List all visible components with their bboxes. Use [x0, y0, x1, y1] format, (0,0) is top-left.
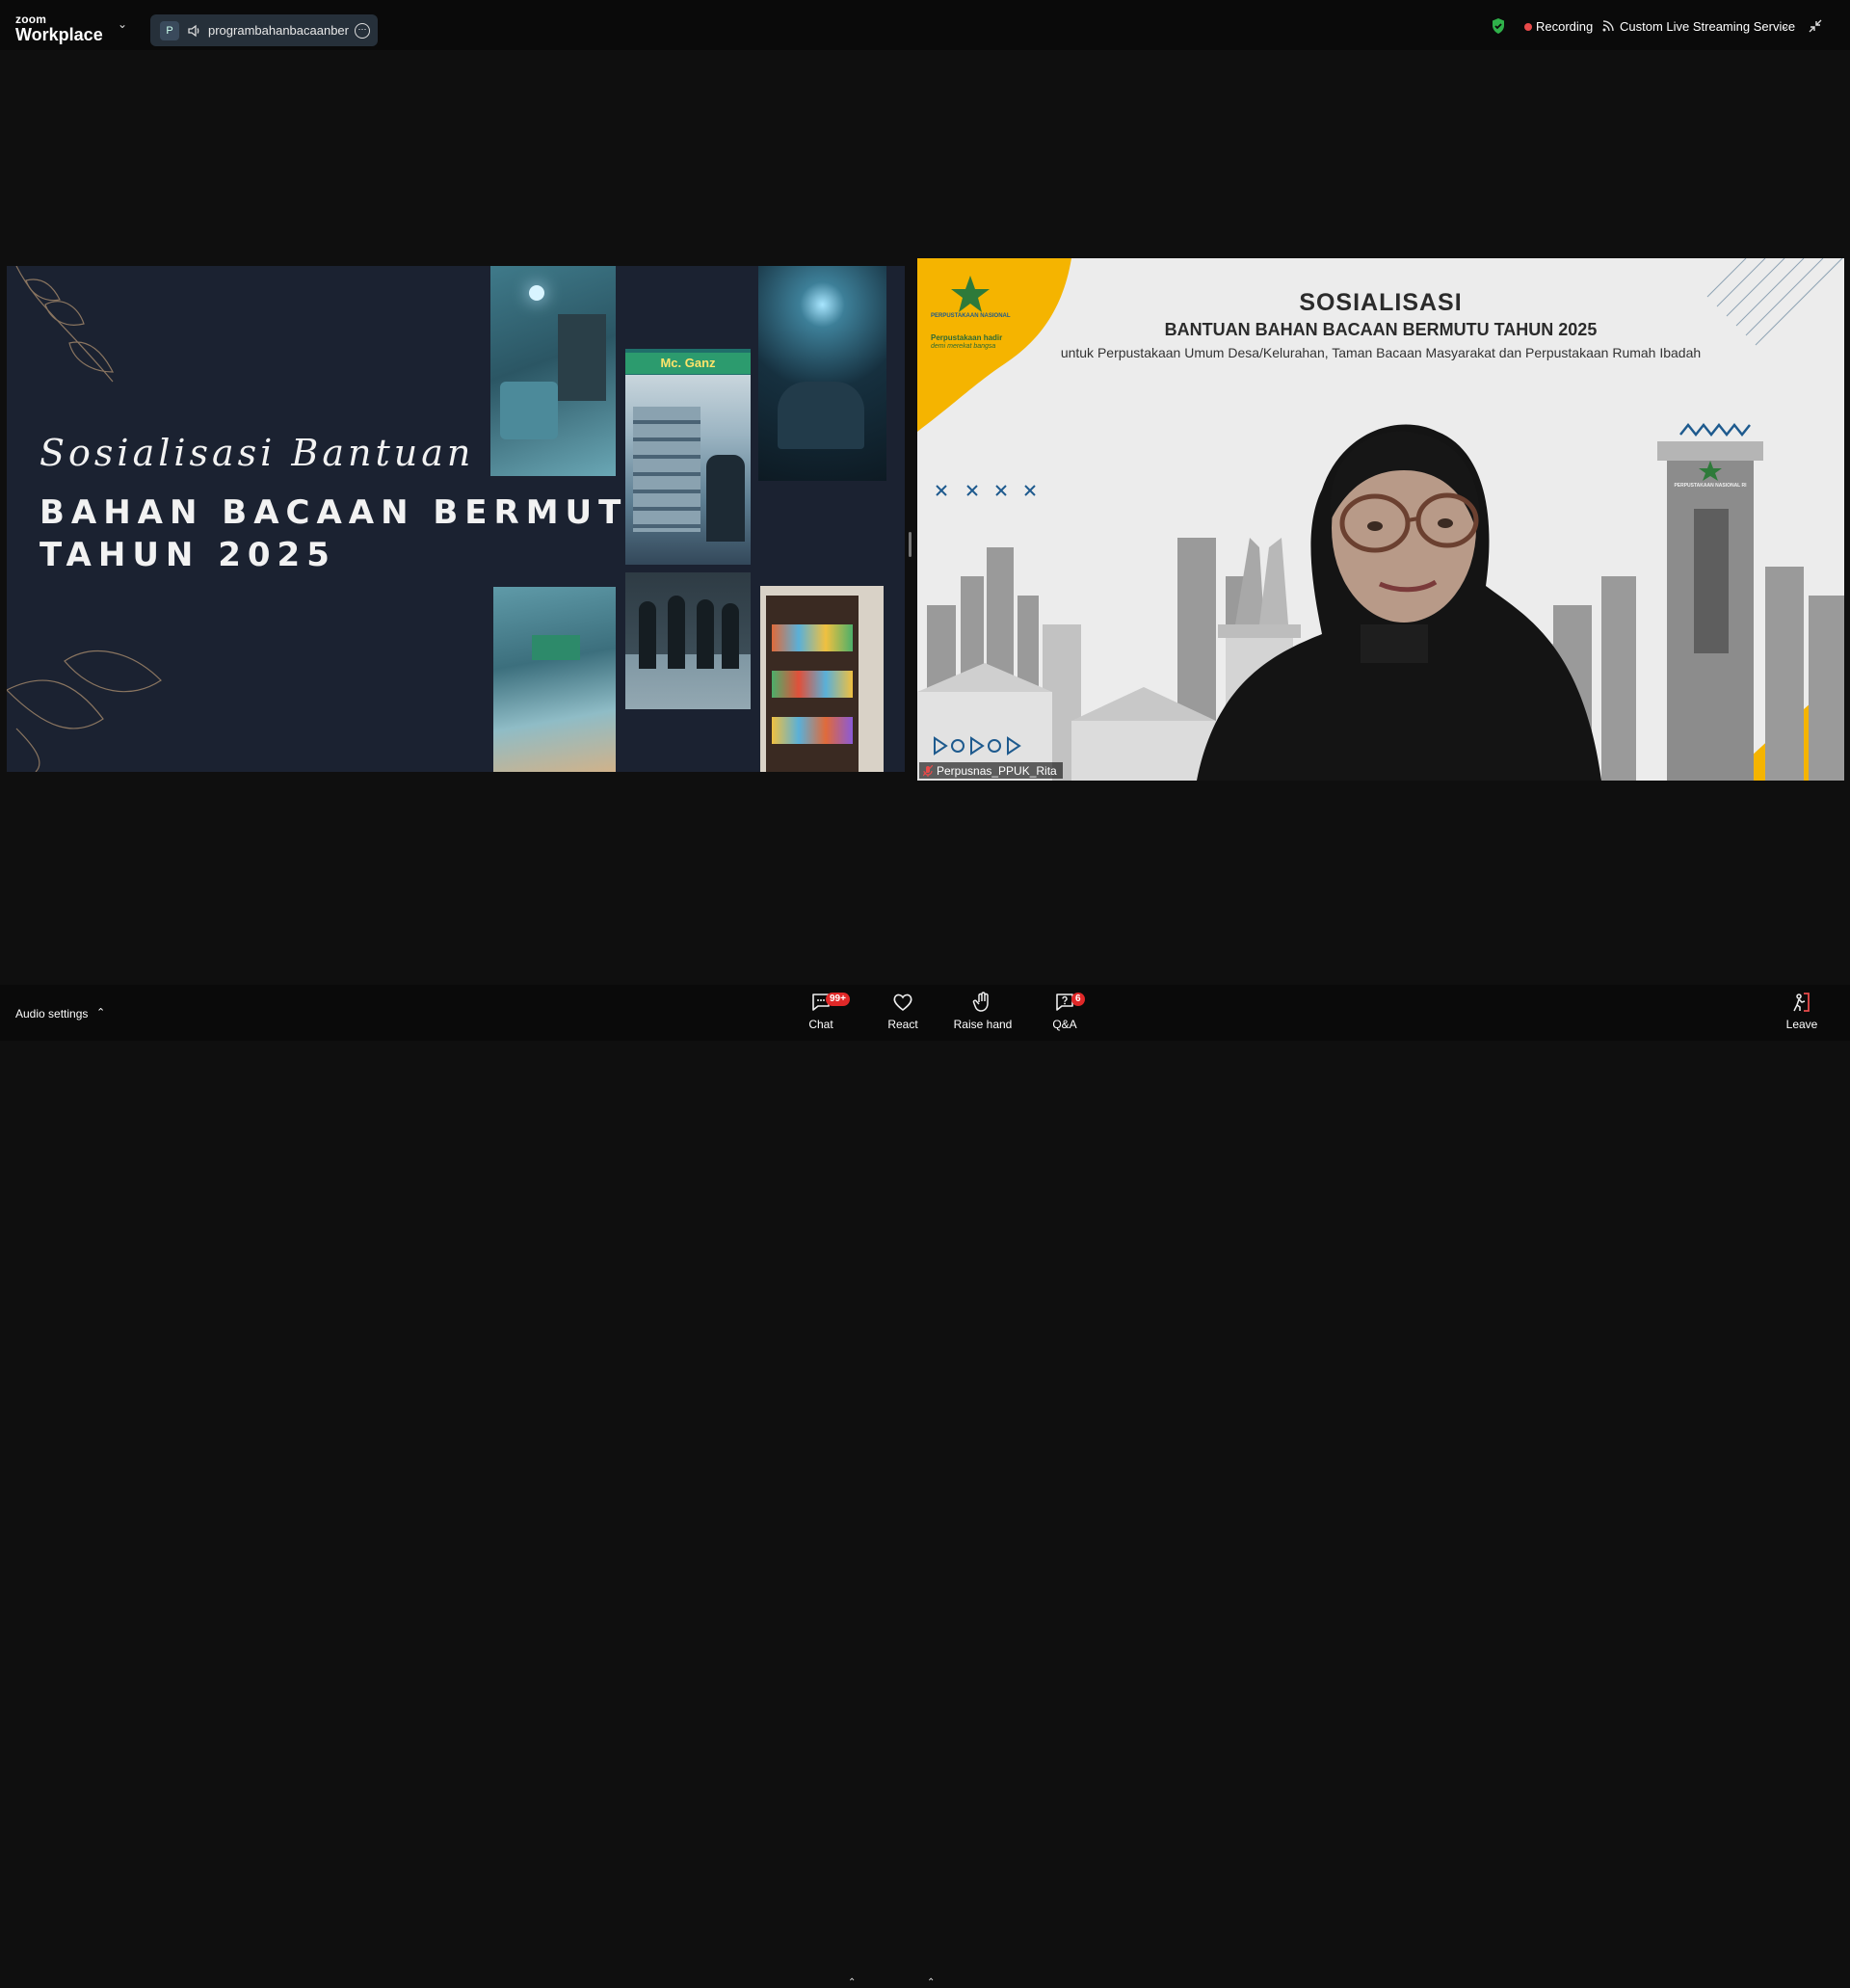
bottom-toolbar: Audio settings ⌃ Chat 99+ ⌃ React ⌃ Rais…	[0, 985, 1850, 1988]
participant-video[interactable]: PERPUSTAKAAN NASIONAL Perpustakaan hadir…	[917, 258, 1844, 781]
photo-reading-room	[490, 266, 616, 476]
react-label: React	[887, 1018, 918, 1031]
slide-title-script: Sosialisasi Bantuan	[40, 432, 475, 474]
hand-icon	[972, 992, 989, 1012]
chat-caret-icon[interactable]: ⌃	[848, 1977, 856, 1988]
participant-person	[1197, 424, 1601, 781]
chevron-down-icon[interactable]: ⌄	[118, 17, 127, 31]
qa-button[interactable]: Q&A 6	[1031, 991, 1098, 1037]
photo-sign: Mc. Ganz	[625, 353, 751, 374]
participant-name: Perpusnas_PPUK_Rita	[937, 763, 1057, 778]
raise-hand-label: Raise hand	[953, 1018, 1013, 1031]
slide-title-main: BAHAN BACAAN BERMUTU	[40, 493, 661, 532]
audio-settings-button[interactable]: Audio settings	[15, 1007, 88, 1021]
live-stream-icon	[1602, 20, 1614, 32]
photo-bookshelf	[760, 586, 884, 772]
participant-initial-avatar: P	[160, 20, 179, 40]
top-bar: zoom Workplace ⌄ P programbahanbacaanber…	[0, 0, 1850, 50]
chat-button[interactable]: Chat 99+	[787, 991, 855, 1037]
meeting-info-pill[interactable]: P programbahanbacaanbermu ⋯	[150, 14, 378, 46]
more-options-icon[interactable]: ⋯	[355, 22, 370, 39]
meeting-name: programbahanbacaanbermu	[208, 23, 349, 38]
brand-small: zoom	[15, 13, 47, 26]
building-sign: PERPUSTAKAAN NASIONAL RI	[1674, 483, 1747, 489]
split-view-handle[interactable]	[909, 532, 912, 557]
background-subheading: BANTUAN BAHAN BACAAN BERMUTU TAHUN 2025	[1164, 320, 1598, 339]
floral-decoration-top	[15, 266, 114, 383]
mic-muted-icon	[923, 764, 933, 777]
shared-screen[interactable]: Sosialisasi Bantuan BAHAN BACAAN BERMUTU…	[7, 266, 905, 772]
photo-dark-room	[758, 266, 886, 481]
heart-icon	[893, 994, 912, 1012]
brand-large: Workplace	[15, 25, 103, 44]
photo-group	[625, 572, 751, 709]
photo-shop-front: Mc. Ganz	[625, 349, 751, 565]
participant-name-tag: Perpusnas_PPUK_Rita	[919, 762, 1063, 779]
leave-icon	[1793, 993, 1810, 1012]
speaker-icon	[188, 24, 199, 37]
slide-title-year: TAHUN 2025	[40, 536, 336, 574]
qa-badge: 6	[1071, 993, 1085, 1006]
react-caret-icon[interactable]: ⌃	[927, 1977, 935, 1988]
recording-dot-icon	[1524, 23, 1532, 31]
leave-label: Leave	[1785, 1018, 1818, 1031]
leave-button[interactable]: Leave	[1768, 991, 1836, 1037]
collapse-icon[interactable]	[1808, 18, 1823, 34]
zoom-workplace-logo[interactable]: zoom Workplace	[15, 13, 103, 43]
react-button[interactable]: React	[869, 991, 937, 1037]
chevron-up-icon[interactable]: ⌃	[96, 1006, 105, 1019]
background-description: untuk Perpustakaan Umum Desa/Kelurahan, …	[1060, 345, 1702, 360]
qa-label: Q&A	[1052, 1018, 1077, 1031]
background-heading: SOSIALISASI	[1299, 289, 1463, 316]
photo-storage	[493, 587, 616, 772]
chat-label: Chat	[808, 1018, 833, 1031]
chevron-down-icon[interactable]: ⌄	[1781, 19, 1789, 32]
shield-check-icon[interactable]	[1491, 17, 1506, 35]
raise-hand-button[interactable]: Raise hand	[949, 991, 1017, 1037]
streaming-label[interactable]: Custom Live Streaming Service	[1620, 19, 1795, 34]
floral-decoration-bottom	[7, 650, 162, 772]
chat-badge: 99+	[826, 993, 850, 1006]
recording-label[interactable]: Recording	[1536, 19, 1593, 34]
